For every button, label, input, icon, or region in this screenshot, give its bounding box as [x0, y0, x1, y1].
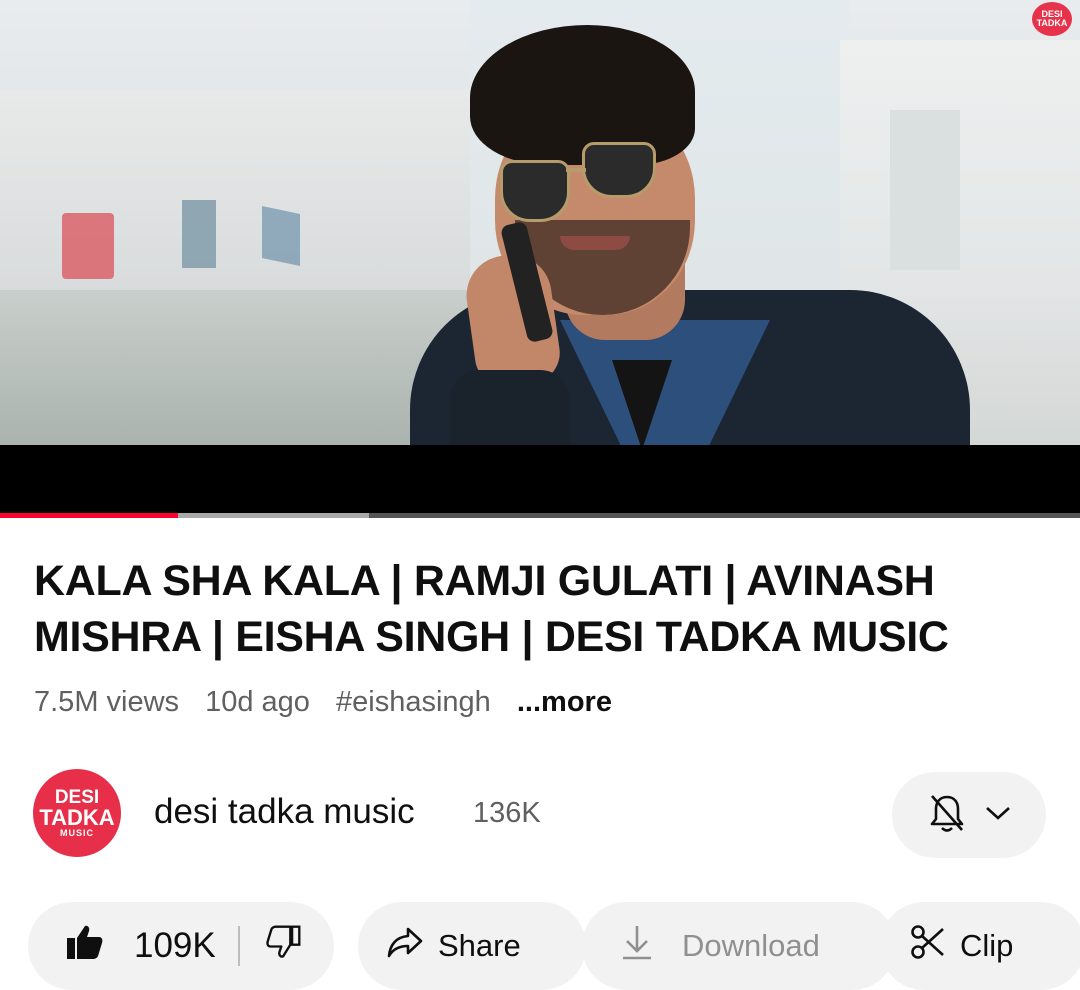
avatar-text: DESI: [54, 786, 100, 808]
video-metadata[interactable]: 7.5M views 10d ago #eishasingh ...more: [34, 686, 630, 719]
video-person-mouth: [560, 236, 630, 250]
avatar-text: MUSIC: [60, 827, 94, 838]
scissors-icon: [910, 924, 946, 968]
video-letterbox: [0, 445, 1080, 513]
download-icon: [620, 923, 654, 969]
video-player[interactable]: DESI TADKA: [0, 0, 1080, 445]
chevron-down-icon: [985, 805, 1011, 826]
notification-settings-button[interactable]: [892, 772, 1046, 858]
video-banner: [182, 200, 216, 268]
share-button[interactable]: Share: [358, 902, 586, 990]
video-title[interactable]: KALA SHA KALA | RAMJI GULATI | AVINASH M…: [34, 553, 1046, 665]
sunglasses-lens: [582, 142, 656, 198]
thumbs-down-icon: [266, 924, 302, 968]
like-dislike-segment: 109K: [28, 902, 334, 990]
upload-age: 10d ago: [205, 686, 310, 718]
channel-avatar[interactable]: DESI TADKA MUSIC: [33, 769, 121, 857]
video-sign: [62, 213, 114, 279]
avatar-text: TADKA: [39, 804, 115, 830]
video-person-hair: [470, 25, 695, 165]
video-person-sleeve: [450, 370, 570, 445]
download-label: Download: [682, 928, 820, 963]
subscriber-count: 136K: [473, 797, 541, 829]
channel-watermark-logo: DESI TADKA: [1032, 2, 1072, 36]
hashtag-link[interactable]: #eishasingh: [336, 686, 491, 718]
share-label: Share: [438, 928, 521, 963]
video-banner: [262, 205, 300, 267]
bell-off-icon: [927, 792, 967, 839]
view-count: 7.5M views: [34, 686, 180, 718]
more-link[interactable]: ...more: [517, 686, 612, 718]
thumbs-up-icon: [64, 922, 104, 970]
like-button[interactable]: 109K: [28, 922, 216, 970]
download-button[interactable]: Download: [582, 902, 896, 990]
channel-name[interactable]: desi tadka music: [154, 792, 415, 832]
clip-button[interactable]: Clip: [880, 902, 1080, 990]
share-icon: [386, 924, 424, 968]
video-window: [890, 110, 960, 270]
clip-label: Clip: [960, 928, 1014, 963]
like-count: 109K: [134, 926, 216, 965]
dislike-button[interactable]: [240, 924, 302, 968]
video-storefront: [0, 290, 470, 445]
sunglasses-lens: [500, 160, 570, 222]
sunglasses-bridge: [566, 168, 586, 172]
